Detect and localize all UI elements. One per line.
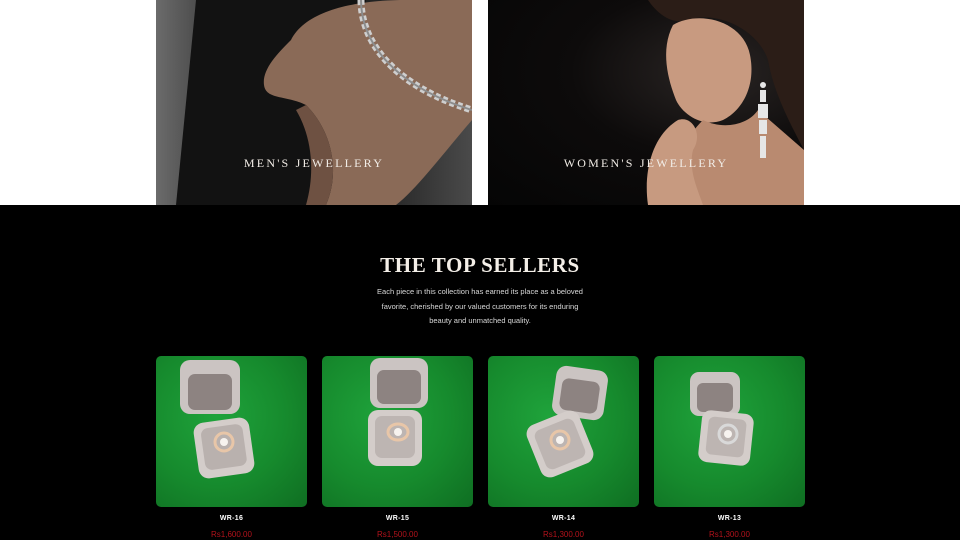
product-price: Rs1,300.00 [709,530,750,539]
product-image [156,356,307,507]
section-title: THE TOP SELLERS [380,253,580,277]
product-card[interactable]: WR-15 Rs1,500.00 [322,356,473,539]
product-card[interactable]: WR-14 Rs1,300.00 [488,356,639,539]
category-banner-row: MEN'S JEWELLERY WOMEN'S JEWELLERY [0,0,960,205]
womens-jewellery-card[interactable]: WOMEN'S JEWELLERY [488,0,804,205]
product-card[interactable]: WR-16 Rs1,600.00 [156,356,307,539]
womens-jewellery-label: WOMEN'S JEWELLERY [563,156,729,170]
product-name: WR-16 [219,515,244,522]
product-name: WR-15 [385,515,410,522]
product-price: Rs1,300.00 [543,530,584,539]
product-image [488,356,639,507]
mens-jewellery-card[interactable]: MEN'S JEWELLERY [156,0,472,205]
product-name: WR-14 [551,515,576,522]
top-sellers-section: THE TOP SELLERS Each piece in this colle… [0,205,960,540]
mens-jewellery-label: MEN'S JEWELLERY [243,156,385,170]
section-subtitle: Each piece in this collection has earned… [377,287,583,325]
womens-jewellery-image [646,0,804,205]
product-price: Rs1,500.00 [377,530,418,539]
product-price: Rs1,600.00 [211,530,252,539]
mens-jewellery-image [176,0,472,205]
product-image [654,356,805,507]
product-card[interactable]: WR-13 Rs1,300.00 [654,356,805,539]
product-image [322,356,473,507]
product-name: WR-13 [717,515,742,522]
